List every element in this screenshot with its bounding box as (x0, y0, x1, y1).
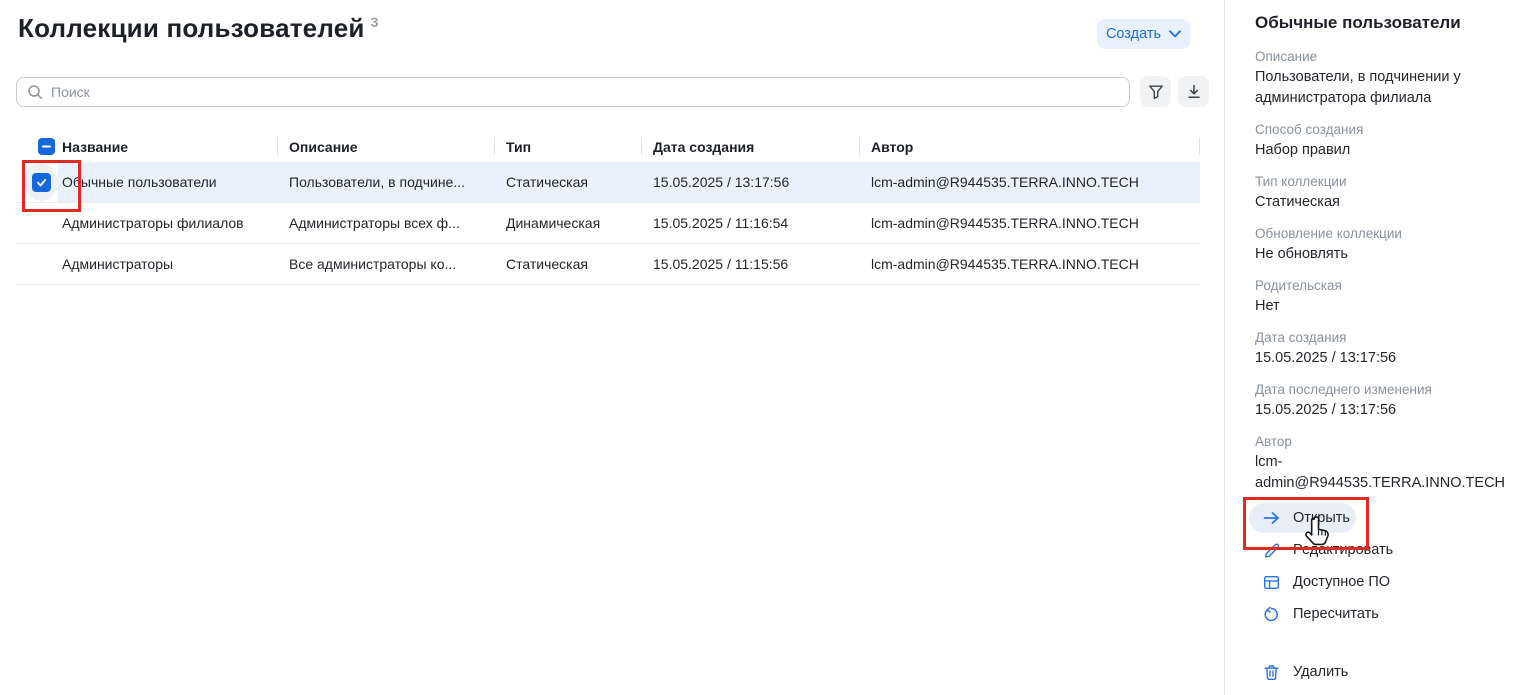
create-button[interactable]: Создать (1097, 19, 1190, 49)
field-parent: Родительская Нет (1255, 276, 1531, 317)
create-button-label: Создать (1106, 26, 1161, 42)
recalculate-label: Пересчитать (1293, 606, 1379, 622)
available-software-label: Доступное ПО (1293, 574, 1390, 590)
page-title-text: Коллекции пользователей (18, 13, 365, 43)
field-collection-type: Тип коллекции Статическая (1255, 172, 1531, 213)
collections-count-badge: 3 (371, 14, 379, 30)
page-title: Коллекции пользователей 3 (18, 13, 379, 44)
cell-created: 15.05.2025 / 11:15:56 (641, 244, 859, 284)
details-title: Обычные пользователи (1255, 13, 1461, 33)
cell-description: Администраторы всех ф... (277, 203, 494, 243)
table-row[interactable]: Обычные пользователи Пользователи, в под… (16, 162, 1200, 203)
column-header-author[interactable]: Автор (859, 131, 1200, 162)
table-row[interactable]: Администраторы Все администраторы ко... … (16, 244, 1200, 285)
download-icon (1186, 84, 1202, 100)
field-creation-method: Способ создания Набор правил (1255, 120, 1531, 161)
column-header-name[interactable]: Название (58, 131, 277, 162)
cell-name: Обычные пользователи (58, 162, 277, 202)
cell-description: Пользователи, в подчине... (277, 162, 494, 202)
chevron-down-icon (1169, 30, 1181, 38)
trash-icon (1263, 664, 1280, 681)
cell-description: Все администраторы ко... (277, 244, 494, 284)
indeterminate-minus-icon (41, 141, 52, 152)
field-created-date: Дата создания 15.05.2025 / 13:17:56 (1255, 328, 1531, 369)
annotation-box-checkbox (22, 160, 81, 212)
table-header-row: Название Описание Тип Дата создания Авто… (16, 131, 1200, 162)
delete-button[interactable]: Удалить (1249, 657, 1533, 687)
cell-author: lcm-admin@R944535.TERRA.INNO.TECH (859, 244, 1200, 284)
field-modified-date: Дата последнего изменения 15.05.2025 / 1… (1255, 380, 1531, 421)
details-panel: Обычные пользователи Описание Пользовате… (1224, 0, 1540, 695)
field-collection-update: Обновление коллекции Не обновлять (1255, 224, 1531, 265)
user-collections-page: Коллекции пользователей 3 Создать (0, 0, 1540, 695)
hand-cursor-icon (1303, 516, 1333, 555)
search-icon (27, 84, 43, 100)
search-bar[interactable] (16, 77, 1130, 107)
filter-funnel-icon (1148, 84, 1164, 100)
software-window-icon (1263, 574, 1280, 591)
cell-created: 15.05.2025 / 11:16:54 (641, 203, 859, 243)
field-author: Автор lcm-admin@R944535.TERRA.INNO.TECH (1255, 432, 1531, 494)
refresh-icon (1263, 606, 1280, 623)
cell-name: Администраторы (58, 244, 277, 284)
cell-author: lcm-admin@R944535.TERRA.INNO.TECH (859, 203, 1200, 243)
field-description: Описание Пользователи, в подчинении у ад… (1255, 47, 1531, 109)
cell-author: lcm-admin@R944535.TERRA.INNO.TECH (859, 162, 1200, 202)
select-all-checkbox[interactable] (38, 138, 55, 155)
delete-label: Удалить (1293, 664, 1348, 680)
search-input[interactable] (51, 84, 1119, 100)
cell-type: Статическая (494, 244, 641, 284)
cell-type: Динамическая (494, 203, 641, 243)
details-fields: Описание Пользователи, в подчинении у ад… (1255, 47, 1531, 505)
filter-button[interactable] (1140, 76, 1171, 107)
collections-table: Название Описание Тип Дата создания Авто… (16, 131, 1200, 285)
download-button[interactable] (1178, 76, 1209, 107)
column-header-type[interactable]: Тип (494, 131, 641, 162)
table-row[interactable]: Администраторы филиалов Администраторы в… (16, 203, 1200, 244)
column-header-created[interactable]: Дата создания (641, 131, 859, 162)
cell-type: Статическая (494, 162, 641, 202)
cell-name: Администраторы филиалов (58, 203, 277, 243)
recalculate-button[interactable]: Пересчитать (1249, 599, 1533, 629)
cell-created: 15.05.2025 / 13:17:56 (641, 162, 859, 202)
column-header-description[interactable]: Описание (277, 131, 494, 162)
available-software-button[interactable]: Доступное ПО (1249, 567, 1533, 597)
